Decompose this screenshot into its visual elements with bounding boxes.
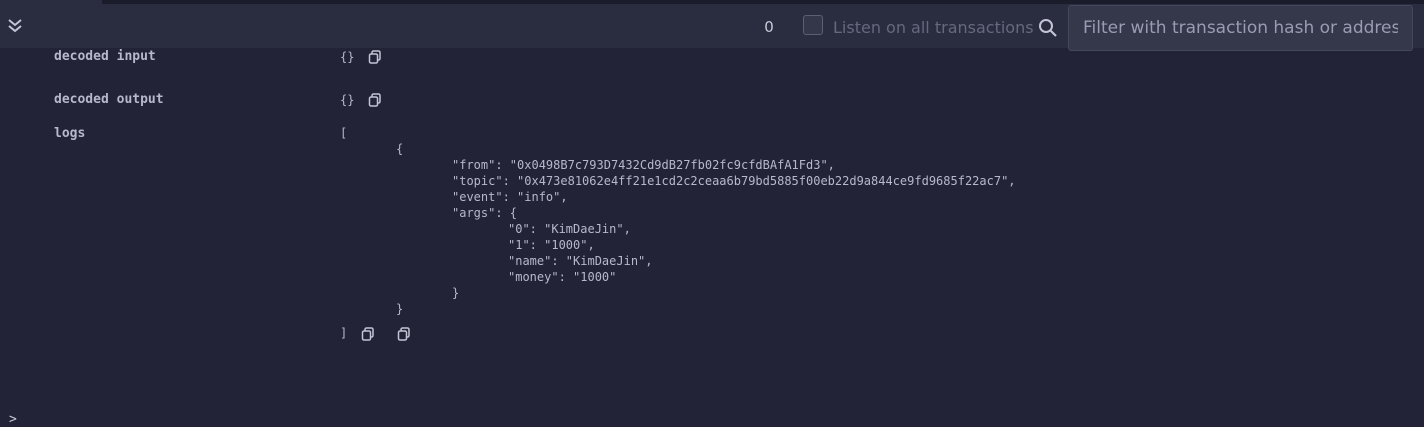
log-line: "1": "1000",: [508, 238, 595, 252]
search-icon[interactable]: [1038, 18, 1058, 38]
listen-all-transactions-label[interactable]: Listen on all transactions: [833, 18, 1034, 37]
copy-icon[interactable]: [368, 50, 382, 64]
decoded-output-label: decoded output: [54, 92, 164, 107]
log-line: "0": "KimDaeJin",: [508, 222, 631, 236]
logs-close-bracket: ]: [340, 326, 348, 340]
transaction-filter-input[interactable]: [1068, 5, 1413, 51]
log-line: "money": "1000": [508, 270, 617, 284]
copy-icon[interactable]: [361, 327, 375, 341]
log-line: "name": "KimDaeJin",: [508, 254, 653, 268]
decoded-output-value: {}: [340, 93, 355, 107]
log-line: "topic": "0x473e81062e4ff21e1cd2c2ceaa6b…: [452, 174, 1016, 188]
terminal-prompt[interactable]: >: [9, 412, 17, 427]
pending-transactions-count: 0: [764, 18, 774, 36]
terminal-toolbar: 0 Listen on all transactions: [0, 4, 1424, 51]
listen-all-transactions-checkbox[interactable]: [803, 15, 823, 35]
log-line: "args": {: [452, 206, 518, 220]
decoded-input-label: decoded input: [54, 49, 156, 64]
logs-label: logs: [54, 126, 86, 141]
copy-icon[interactable]: [368, 93, 382, 107]
log-line: "event": "info",: [452, 190, 568, 204]
log-line: }: [452, 286, 460, 300]
log-line: "from": "0x0498B7c793D7432Cd9dB27fb02fc9…: [452, 158, 835, 172]
decoded-input-value: {}: [340, 50, 355, 64]
log-line: {: [396, 142, 404, 156]
logs-open-bracket: [: [340, 126, 348, 140]
copy-icon[interactable]: [397, 327, 411, 341]
log-line: }: [396, 302, 404, 316]
double-chevron-down-icon[interactable]: [6, 17, 24, 35]
